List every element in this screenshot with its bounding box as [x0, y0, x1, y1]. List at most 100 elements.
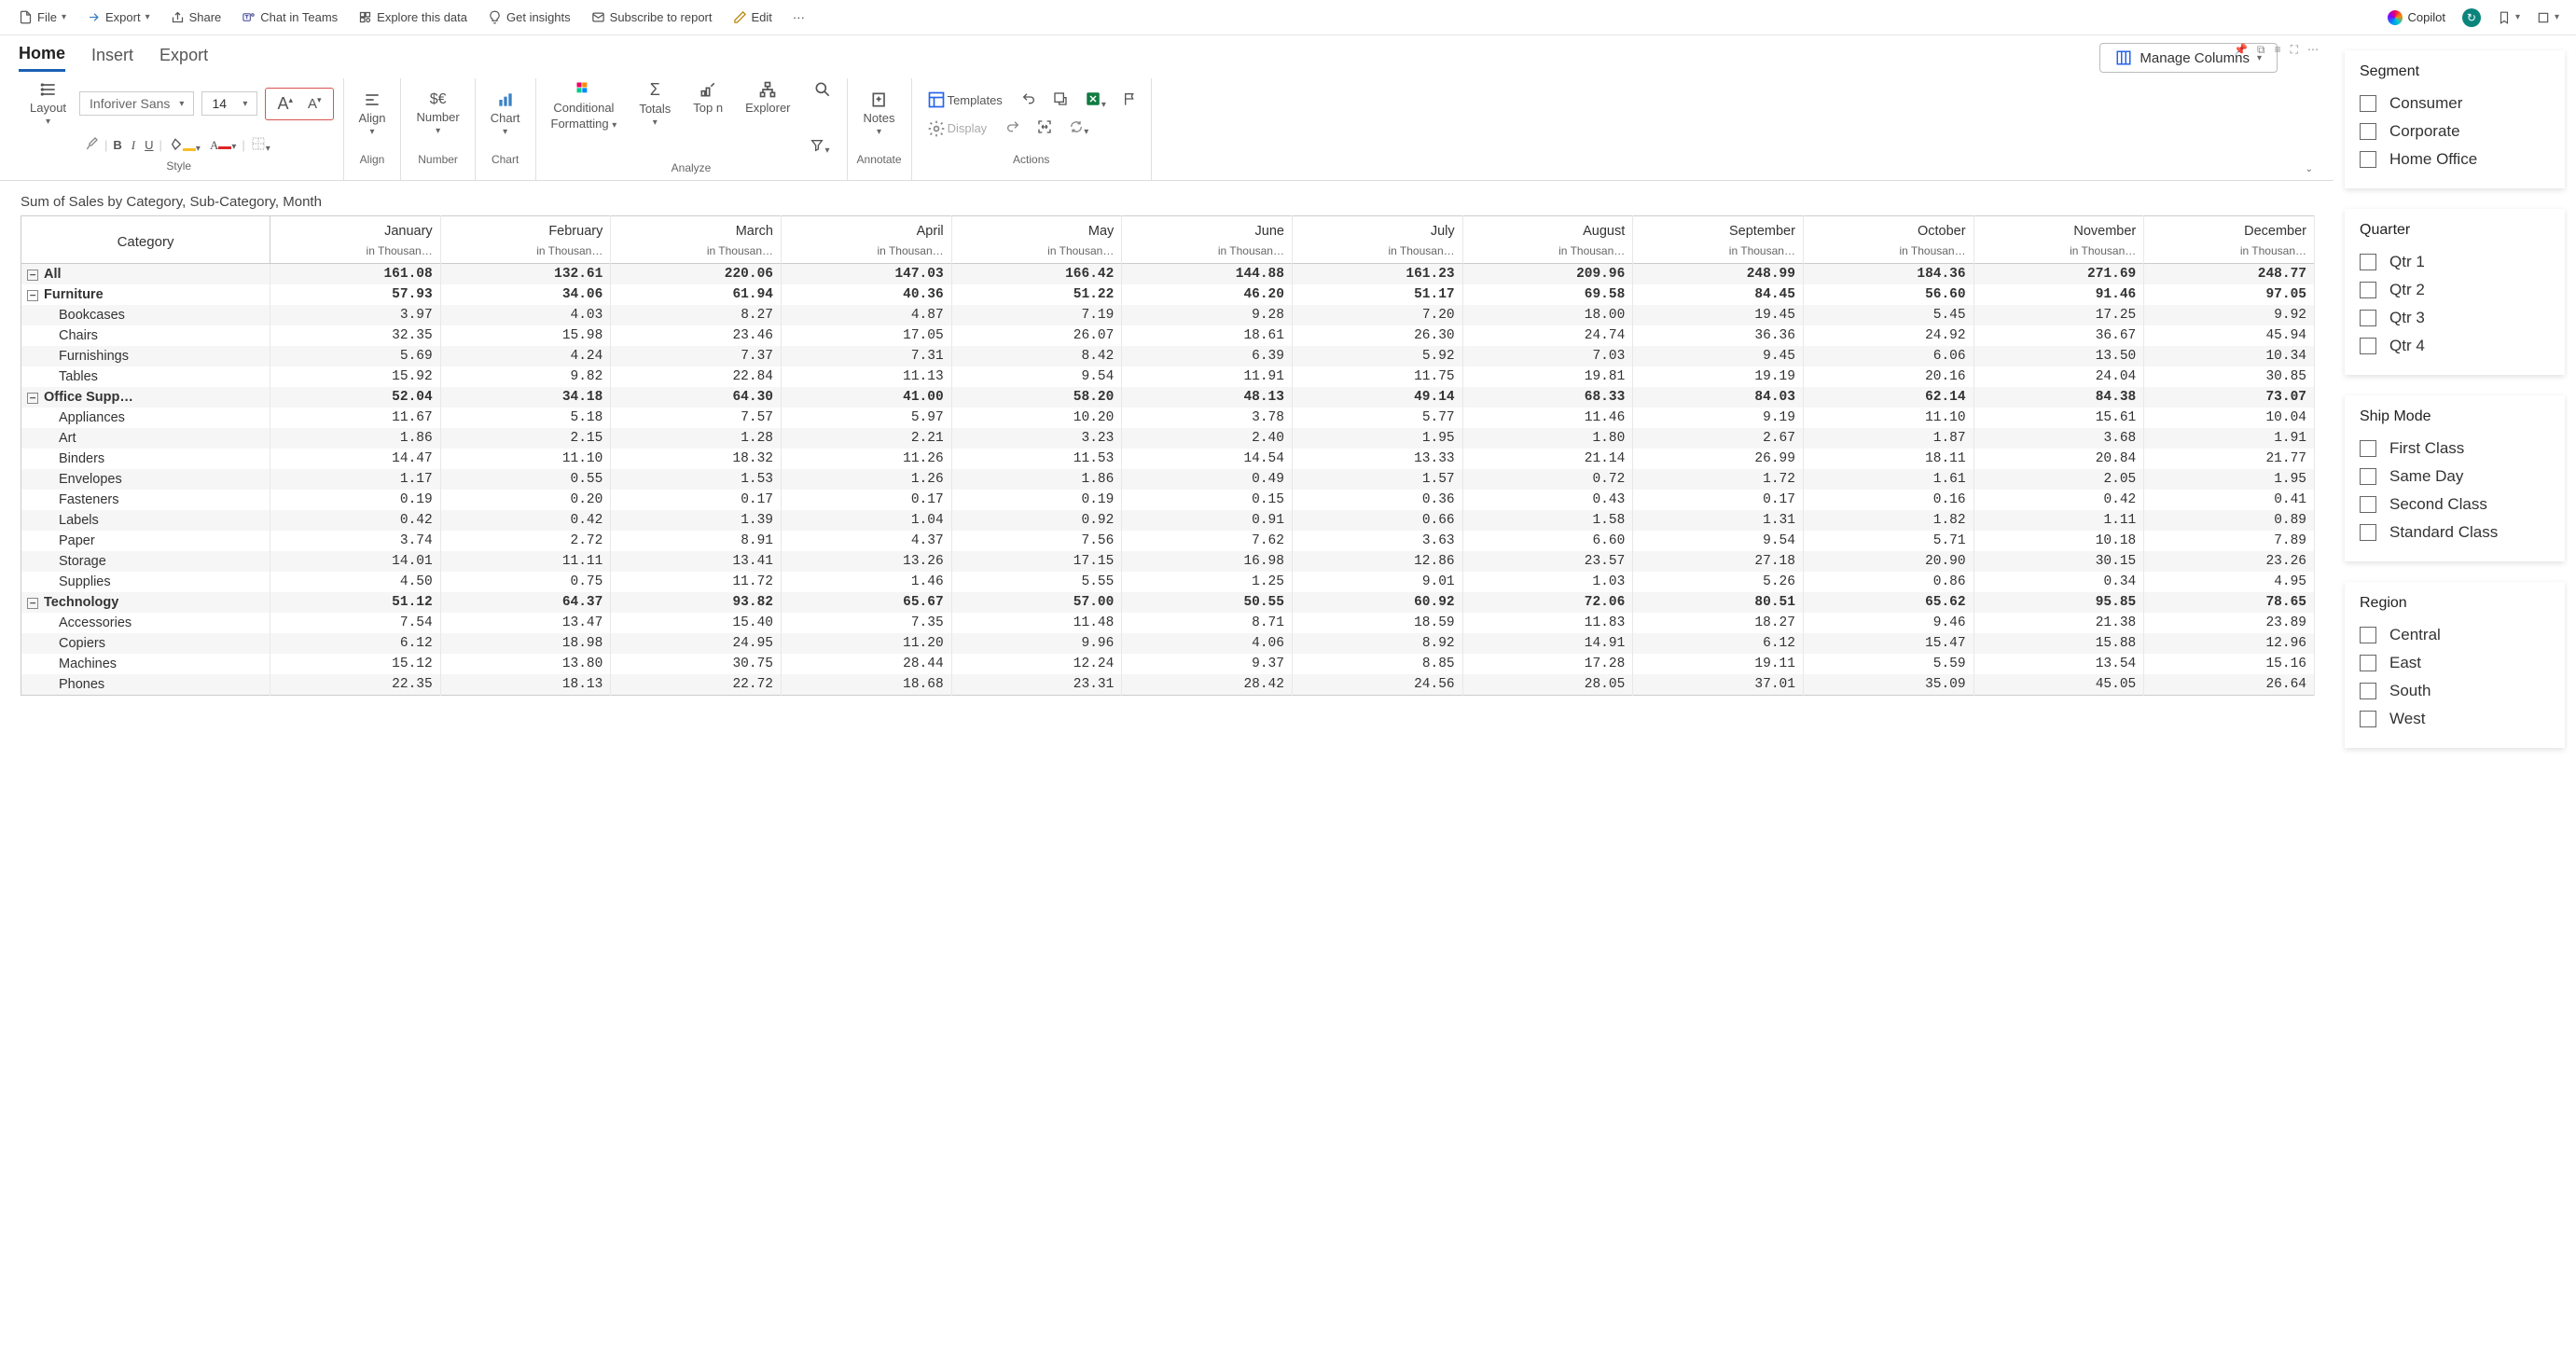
data-cell[interactable]: 18.11	[1803, 449, 1974, 469]
data-cell[interactable]: 1.28	[611, 428, 782, 449]
row-label[interactable]: Envelopes	[21, 469, 270, 490]
data-cell[interactable]: 23.46	[611, 325, 782, 346]
data-cell[interactable]: 68.33	[1462, 387, 1633, 408]
data-cell[interactable]: 28.42	[1122, 674, 1293, 696]
data-cell[interactable]: 2.15	[440, 428, 611, 449]
data-cell[interactable]: 69.58	[1462, 284, 1633, 305]
data-cell[interactable]: 0.89	[2144, 510, 2315, 531]
data-cell[interactable]: 11.72	[611, 572, 782, 592]
month-header[interactable]: November	[1974, 216, 2144, 242]
number-button[interactable]: $€Number▾	[410, 90, 464, 138]
data-cell[interactable]: 14.91	[1462, 633, 1633, 654]
data-cell[interactable]: 2.67	[1633, 428, 1804, 449]
data-cell[interactable]: 26.64	[2144, 674, 2315, 696]
data-cell[interactable]: 30.75	[611, 654, 782, 674]
filter-option[interactable]: Qtr 2	[2360, 276, 2550, 304]
data-cell[interactable]: 1.72	[1633, 469, 1804, 490]
data-cell[interactable]: 144.88	[1122, 264, 1293, 285]
data-cell[interactable]: 10.18	[1974, 531, 2144, 551]
font-color-button[interactable]: A▾	[206, 136, 240, 155]
data-cell[interactable]: 21.77	[2144, 449, 2315, 469]
data-cell[interactable]: 15.12	[270, 654, 441, 674]
data-cell[interactable]: 7.19	[951, 305, 1122, 325]
month-header[interactable]: May	[951, 216, 1122, 242]
data-cell[interactable]: 19.11	[1633, 654, 1804, 674]
table-row[interactable]: Furnishings5.694.247.377.318.426.395.927…	[21, 346, 2315, 366]
data-cell[interactable]: 1.80	[1462, 428, 1633, 449]
data-cell[interactable]: 0.19	[270, 490, 441, 510]
month-header[interactable]: October	[1803, 216, 1974, 242]
undo-button[interactable]	[1018, 90, 1040, 111]
data-cell[interactable]: 0.17	[1633, 490, 1804, 510]
data-cell[interactable]: 9.82	[440, 366, 611, 387]
file-menu[interactable]: File▾	[11, 7, 74, 27]
copy-icon[interactable]: ⧉	[2257, 43, 2265, 57]
data-cell[interactable]: 23.89	[2144, 613, 2315, 633]
data-cell[interactable]: 209.96	[1462, 264, 1633, 285]
data-cell[interactable]: 14.47	[270, 449, 441, 469]
table-row[interactable]: Machines15.1213.8030.7528.4412.249.378.8…	[21, 654, 2315, 674]
explorer-button[interactable]: Explorer	[740, 78, 796, 132]
data-cell[interactable]: 147.03	[782, 264, 952, 285]
data-cell[interactable]: 45.94	[2144, 325, 2315, 346]
data-cell[interactable]: 0.17	[611, 490, 782, 510]
excel-export-button[interactable]: ▾	[1081, 89, 1110, 112]
data-cell[interactable]: 17.15	[951, 551, 1122, 572]
data-cell[interactable]: 18.27	[1633, 613, 1804, 633]
data-cell[interactable]: 91.46	[1974, 284, 2144, 305]
collapse-icon[interactable]: −	[27, 270, 38, 281]
data-cell[interactable]: 18.98	[440, 633, 611, 654]
data-cell[interactable]: 95.85	[1974, 592, 2144, 613]
data-cell[interactable]: 4.24	[440, 346, 611, 366]
row-label[interactable]: −Office Supp…	[21, 387, 270, 408]
data-cell[interactable]: 5.97	[782, 408, 952, 428]
data-cell[interactable]: 27.18	[1633, 551, 1804, 572]
data-cell[interactable]: 13.50	[1974, 346, 2144, 366]
row-label[interactable]: Appliances	[21, 408, 270, 428]
data-cell[interactable]: 51.17	[1292, 284, 1462, 305]
data-cell[interactable]: 19.81	[1462, 366, 1633, 387]
row-label[interactable]: Tables	[21, 366, 270, 387]
bookmark-dropdown[interactable]: ▾	[2492, 7, 2526, 28]
data-cell[interactable]: 1.61	[1803, 469, 1974, 490]
data-cell[interactable]: 0.15	[1122, 490, 1293, 510]
data-cell[interactable]: 8.27	[611, 305, 782, 325]
data-cell[interactable]: 7.56	[951, 531, 1122, 551]
data-cell[interactable]: 9.28	[1122, 305, 1293, 325]
filter-option[interactable]: Second Class	[2360, 491, 2550, 518]
data-cell[interactable]: 3.23	[951, 428, 1122, 449]
filter-option[interactable]: East	[2360, 649, 2550, 677]
bold-button[interactable]: B	[109, 136, 125, 154]
data-cell[interactable]: 0.19	[951, 490, 1122, 510]
data-cell[interactable]: 49.14	[1292, 387, 1462, 408]
data-cell[interactable]: 26.07	[951, 325, 1122, 346]
filter-option[interactable]: South	[2360, 677, 2550, 705]
checkbox-icon[interactable]	[2360, 496, 2376, 513]
data-cell[interactable]: 11.10	[1803, 408, 1974, 428]
data-cell[interactable]: 35.09	[1803, 674, 1974, 696]
flag-button[interactable]	[1119, 90, 1142, 111]
data-cell[interactable]: 65.67	[782, 592, 952, 613]
data-cell[interactable]: 9.01	[1292, 572, 1462, 592]
data-cell[interactable]: 11.46	[1462, 408, 1633, 428]
data-cell[interactable]: 7.20	[1292, 305, 1462, 325]
conditional-formatting-button[interactable]: ConditionalFormatting ▾	[546, 78, 623, 132]
topn-button[interactable]: Top n	[687, 78, 728, 132]
data-cell[interactable]: 20.90	[1803, 551, 1974, 572]
table-row[interactable]: Appliances11.675.187.575.9710.203.785.77…	[21, 408, 2315, 428]
layout-button[interactable]: Layout▾	[24, 78, 72, 129]
data-cell[interactable]: 23.31	[951, 674, 1122, 696]
data-cell[interactable]: 0.92	[951, 510, 1122, 531]
data-cell[interactable]: 11.83	[1462, 613, 1633, 633]
row-label[interactable]: −Furniture	[21, 284, 270, 305]
data-cell[interactable]: 23.26	[2144, 551, 2315, 572]
reset-button[interactable]: ↻	[2457, 6, 2486, 30]
row-label[interactable]: Fasteners	[21, 490, 270, 510]
increase-font-button[interactable]: A▴	[273, 92, 297, 116]
data-cell[interactable]: 15.92	[270, 366, 441, 387]
italic-button[interactable]: I	[128, 136, 139, 155]
data-cell[interactable]: 0.36	[1292, 490, 1462, 510]
checkbox-icon[interactable]	[2360, 254, 2376, 270]
data-cell[interactable]: 1.91	[2144, 428, 2315, 449]
data-cell[interactable]: 57.00	[951, 592, 1122, 613]
